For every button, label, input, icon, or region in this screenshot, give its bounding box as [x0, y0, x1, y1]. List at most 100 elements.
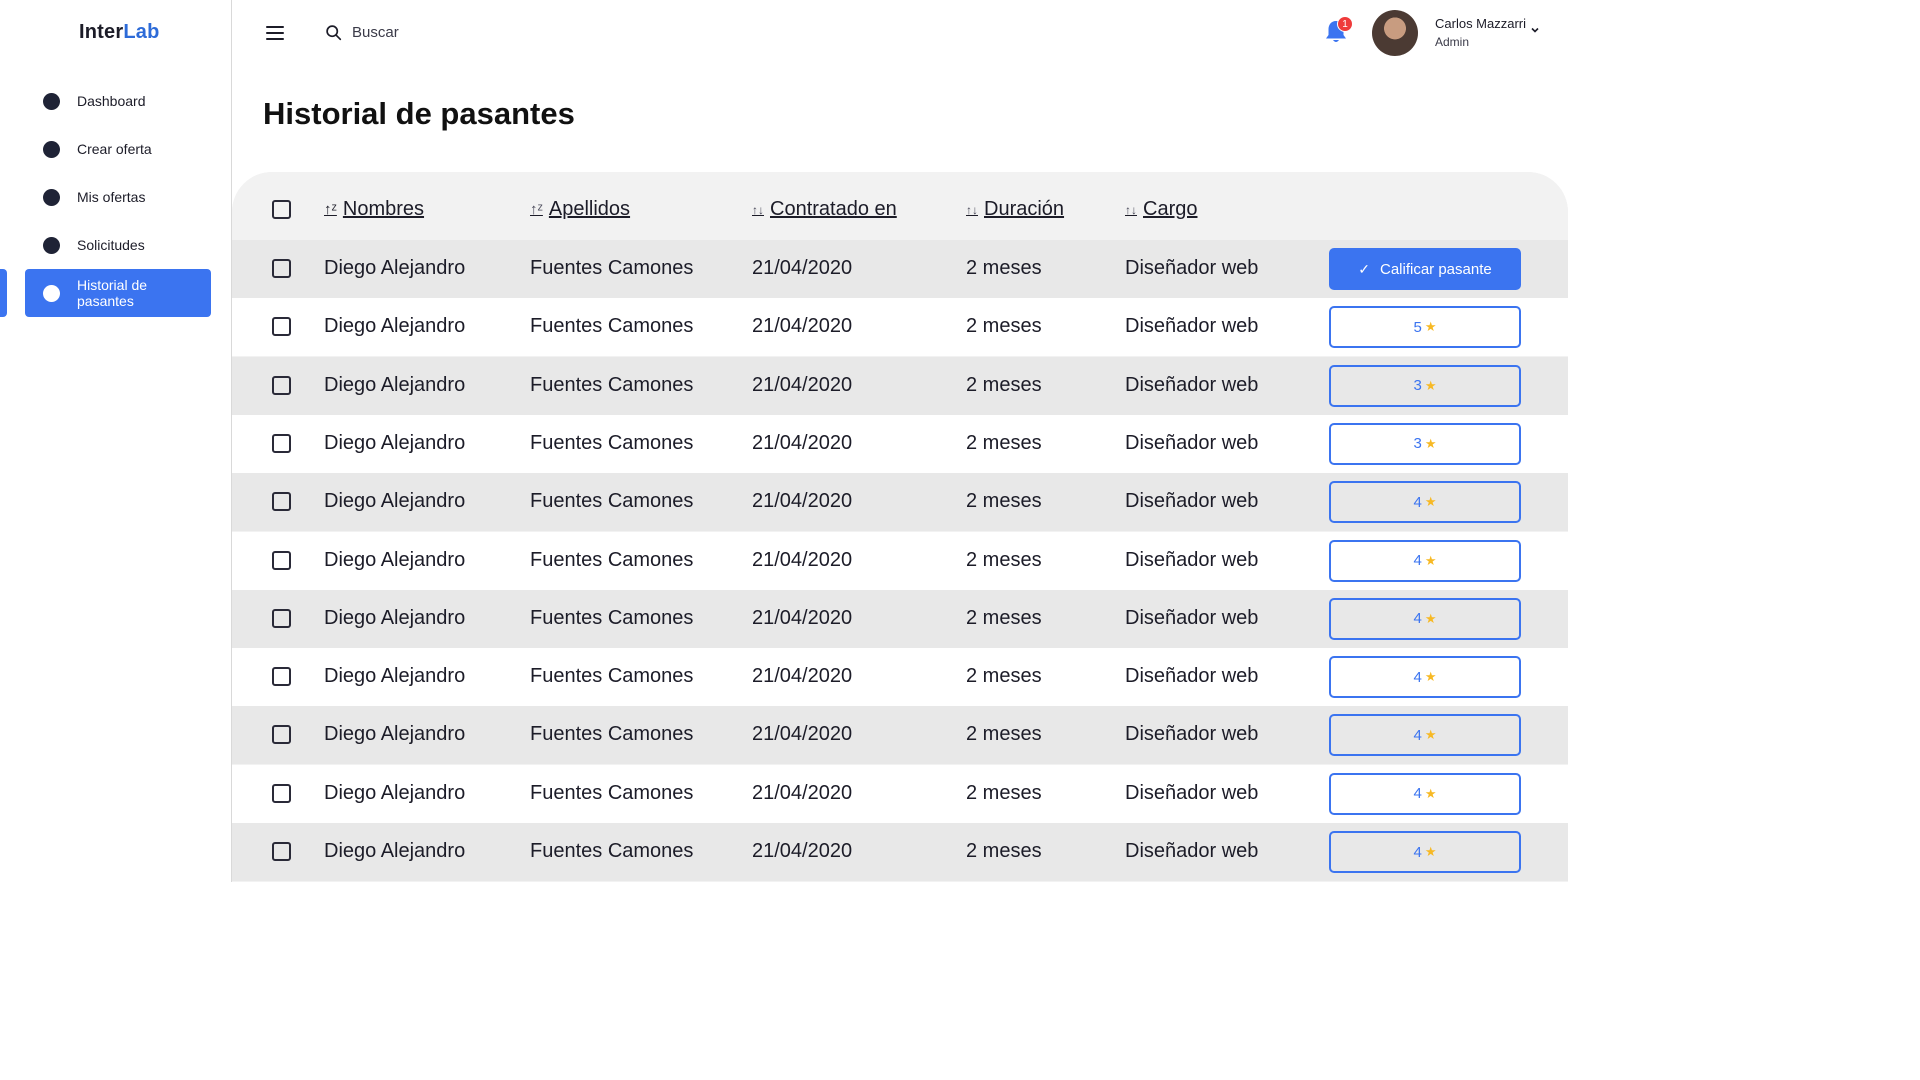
- rating-button[interactable]: 5 ★: [1329, 306, 1521, 349]
- sidebar-item-label: Crear oferta: [77, 141, 152, 157]
- notification-badge: 1: [1337, 16, 1353, 32]
- table-row: Diego Alejandro Fuentes Camones 21/04/2020…: [232, 706, 1568, 765]
- rating-button[interactable]: 4 ★: [1329, 656, 1521, 699]
- rating-button[interactable]: 4 ★: [1329, 714, 1521, 757]
- sidebar-item-solicitudes[interactable]: Solicitudes: [25, 221, 211, 269]
- star-icon: ★: [1424, 552, 1437, 568]
- cell-nombres: Diego Alejandro: [324, 315, 466, 338]
- cell-nombres: Diego Alejandro: [324, 606, 466, 629]
- cell-cargo: Diseñador web: [1125, 373, 1259, 396]
- cell-nombres: Diego Alejandro: [324, 840, 466, 862]
- cell-nombres: Diego Alejandro: [324, 548, 466, 571]
- user-role: Admin: [1435, 35, 1470, 49]
- cell-nombres: Diego Alejandro: [324, 431, 466, 454]
- cell-nombres: Diego Alejandro: [324, 665, 466, 688]
- sort-icon: ↑↓: [752, 202, 764, 217]
- column-header-cargo[interactable]: ↑↓ Cargo: [1125, 198, 1197, 221]
- cell-contratado: 21/04/2020: [752, 548, 853, 571]
- table-row: Diego Alejandro Fuentes Camones 21/04/2020…: [232, 823, 1568, 881]
- cell-duracion: 2 meses: [966, 315, 1042, 338]
- search-icon[interactable]: [325, 24, 342, 41]
- sidebar: InterLab Dashboard Crear oferta Mis ofer…: [0, 0, 232, 882]
- crear-oferta-icon: [43, 141, 60, 158]
- interns-table: ↑ᶻ Nombres ↑ᶻ Apellidos ↑↓ Contratado en ↑↓…: [232, 172, 1568, 882]
- rating-button[interactable]: 4 ★: [1329, 831, 1521, 873]
- cell-cargo: Diseñador web: [1125, 606, 1259, 629]
- cell-apellidos: Fuentes Camones: [530, 315, 694, 338]
- row-checkbox[interactable]: [272, 375, 291, 395]
- star-icon: ★: [1424, 669, 1437, 685]
- cell-apellidos: Fuentes Camones: [530, 781, 694, 804]
- table-row: Diego Alejandro Fuentes Camones 21/04/2020…: [232, 473, 1568, 532]
- app-logo[interactable]: InterLab: [79, 21, 160, 44]
- cell-nombres: Diego Alejandro: [324, 781, 466, 804]
- active-indicator: [0, 269, 7, 317]
- solicitudes-icon: [43, 237, 60, 254]
- cell-apellidos: Fuentes Camones: [530, 373, 694, 396]
- select-all-checkbox[interactable]: [272, 200, 291, 219]
- row-checkbox[interactable]: [272, 783, 291, 803]
- cell-apellidos: Fuentes Camones: [530, 257, 694, 279]
- rating-button[interactable]: 4 ★: [1329, 772, 1521, 815]
- rate-intern-button[interactable]: ✓ Calificar pasante: [1329, 248, 1521, 290]
- rating-value: 5: [1413, 318, 1422, 336]
- rating-button[interactable]: 3 ★: [1329, 422, 1521, 465]
- table-row: Diego Alejandro Fuentes Camones 21/04/2020…: [232, 414, 1568, 473]
- row-checkbox[interactable]: [272, 259, 291, 278]
- cell-cargo: Diseñador web: [1125, 490, 1259, 513]
- row-checkbox[interactable]: [272, 842, 291, 861]
- row-checkbox[interactable]: [272, 725, 291, 745]
- cell-cargo: Diseñador web: [1125, 781, 1259, 804]
- cell-contratado: 21/04/2020: [752, 257, 853, 279]
- cell-cargo: Diseñador web: [1125, 548, 1259, 571]
- row-checkbox[interactable]: [272, 550, 291, 570]
- star-icon: ★: [1424, 785, 1437, 801]
- cell-duracion: 2 meses: [966, 665, 1042, 688]
- cell-cargo: Diseñador web: [1125, 665, 1259, 688]
- cell-contratado: 21/04/2020: [752, 606, 853, 629]
- menu-toggle-button[interactable]: [266, 26, 284, 40]
- rating-button[interactable]: 4 ★: [1329, 481, 1521, 524]
- column-header-nombres[interactable]: ↑ᶻ Nombres: [324, 198, 424, 221]
- cell-duracion: 2 meses: [966, 606, 1042, 629]
- cell-duracion: 2 meses: [966, 840, 1042, 862]
- rating-value: 4: [1413, 610, 1422, 628]
- table-row: Diego Alejandro Fuentes Camones 21/04/2020…: [232, 764, 1568, 823]
- column-label: Duración: [984, 198, 1065, 220]
- cell-apellidos: Fuentes Camones: [530, 665, 694, 688]
- row-checkbox[interactable]: [272, 492, 291, 512]
- table-row: Diego Alejandro Fuentes Camones 21/04/2020…: [232, 240, 1568, 298]
- cell-cargo: Diseñador web: [1125, 315, 1259, 338]
- row-checkbox[interactable]: [272, 433, 291, 453]
- logo-text-inter: Inter: [79, 21, 124, 43]
- avatar[interactable]: [1372, 10, 1418, 56]
- rating-button[interactable]: 4 ★: [1329, 597, 1521, 640]
- sidebar-item-label: Solicitudes: [77, 237, 145, 253]
- rating-value: 3: [1413, 377, 1422, 395]
- row-checkbox[interactable]: [272, 317, 291, 337]
- column-header-contratado[interactable]: ↑↓ Contratado en: [752, 198, 897, 221]
- hamburger-line: [266, 32, 284, 34]
- row-checkbox[interactable]: [272, 608, 291, 628]
- chevron-down-icon[interactable]: [1529, 24, 1541, 36]
- column-header-duracion[interactable]: ↑↓ Duración: [966, 198, 1064, 221]
- cell-cargo: Diseñador web: [1125, 723, 1259, 746]
- row-checkbox[interactable]: [272, 667, 291, 687]
- sidebar-item-crear-oferta[interactable]: Crear oferta: [25, 125, 211, 173]
- search-bar: [325, 20, 552, 44]
- star-icon: ★: [1424, 377, 1437, 393]
- rating-button[interactable]: 3 ★: [1329, 364, 1521, 407]
- cell-contratado: 21/04/2020: [752, 373, 853, 396]
- cell-contratado: 21/04/2020: [752, 840, 853, 862]
- rating-button[interactable]: 4 ★: [1329, 539, 1521, 582]
- cell-cargo: Diseñador web: [1125, 431, 1259, 454]
- column-header-apellidos[interactable]: ↑ᶻ Apellidos: [530, 198, 630, 221]
- dashboard-icon: [43, 93, 60, 110]
- sidebar-item-historial[interactable]: Historial de pasantes: [25, 269, 211, 317]
- table-header: ↑ᶻ Nombres ↑ᶻ Apellidos ↑↓ Contratado en ↑↓…: [232, 172, 1568, 240]
- logo-text-lab: Lab: [123, 21, 160, 43]
- sidebar-item-dashboard[interactable]: Dashboard: [25, 77, 211, 125]
- sidebar-item-mis-ofertas[interactable]: Mis ofertas: [25, 173, 211, 221]
- search-input[interactable]: [352, 23, 552, 41]
- sidebar-item-label: Historial de pasantes: [77, 277, 148, 309]
